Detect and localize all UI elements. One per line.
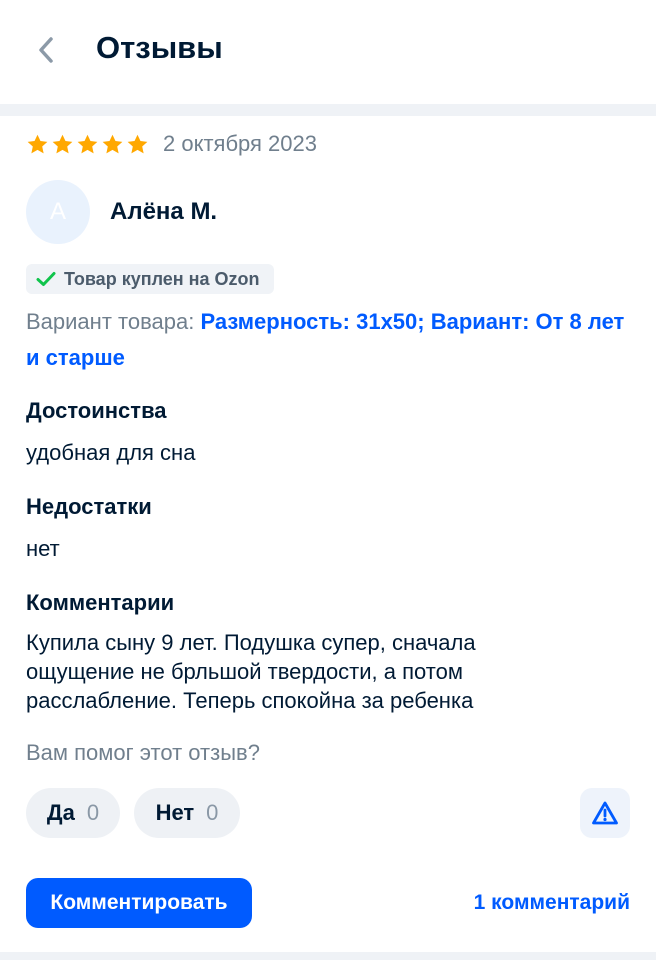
- star-icon: [127, 134, 148, 153]
- check-icon: [36, 272, 56, 286]
- vote-yes-label: Да: [46, 800, 75, 825]
- avatar[interactable]: А: [26, 180, 90, 244]
- purchase-badge: Товар куплен на Ozon: [26, 264, 274, 294]
- author-name[interactable]: Алёна М.: [110, 198, 217, 226]
- bottom-divider: [0, 952, 656, 960]
- pros-title: Достоинства: [26, 398, 167, 423]
- warning-triangle-icon: [592, 801, 618, 825]
- vote-yes-button[interactable]: Да 0: [26, 788, 120, 838]
- header: Отзывы: [0, 0, 656, 104]
- header-divider: [0, 104, 656, 116]
- star-icon: [27, 134, 48, 153]
- vote-no-button[interactable]: Нет 0: [134, 788, 240, 838]
- helpful-question: Вам помог этот отзыв?: [26, 740, 260, 765]
- cons-title: Недостатки: [26, 494, 152, 519]
- comments-title: Комментарии: [26, 590, 175, 615]
- vote-yes-count: 0: [86, 800, 100, 825]
- product-variant: Вариант товара: Размерность: 31x50; Вари…: [26, 304, 630, 376]
- review-date: 2 октября 2023: [163, 131, 317, 156]
- vote-no-label: Нет: [155, 800, 195, 825]
- star-icon: [77, 134, 98, 153]
- page-title: Отзывы: [96, 30, 223, 65]
- star-icon: [52, 134, 73, 153]
- comment-button[interactable]: Комментировать: [26, 878, 252, 928]
- cons-text: нет: [26, 536, 60, 561]
- comments-text: Купила сыну 9 лет. Подушка супер, сначал…: [26, 630, 476, 713]
- star-rating: [26, 133, 149, 156]
- report-button[interactable]: [580, 788, 630, 838]
- variant-label: Вариант товара:: [26, 309, 195, 334]
- star-icon: [102, 134, 123, 153]
- pros-text: удобная для сна: [26, 440, 196, 465]
- vote-no-count: 0: [206, 800, 219, 825]
- rating-row: 2 октября 2023: [26, 128, 317, 160]
- comments-count-link[interactable]: 1 комментарий: [474, 878, 630, 928]
- chevron-left-icon: [39, 37, 53, 63]
- back-button[interactable]: [28, 30, 64, 70]
- author-row: А Алёна М.: [26, 180, 217, 244]
- purchase-badge-label: Товар куплен на Ozon: [64, 268, 260, 289]
